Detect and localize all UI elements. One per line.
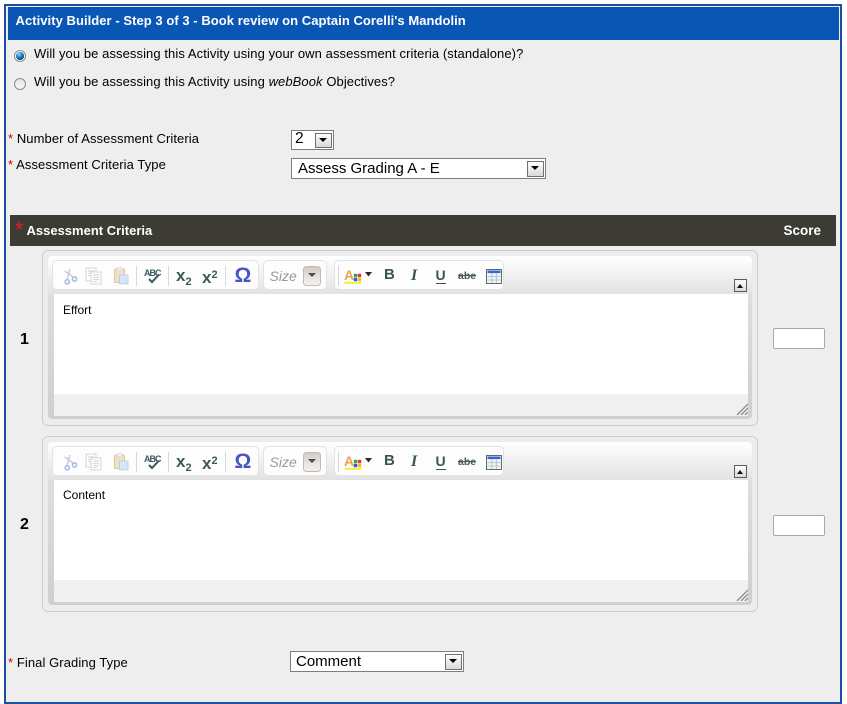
svg-text:A: A	[344, 453, 354, 469]
svg-text:ABC: ABC	[144, 268, 162, 278]
svg-text:ABC: ABC	[144, 454, 162, 464]
svg-text:A: A	[344, 267, 354, 283]
